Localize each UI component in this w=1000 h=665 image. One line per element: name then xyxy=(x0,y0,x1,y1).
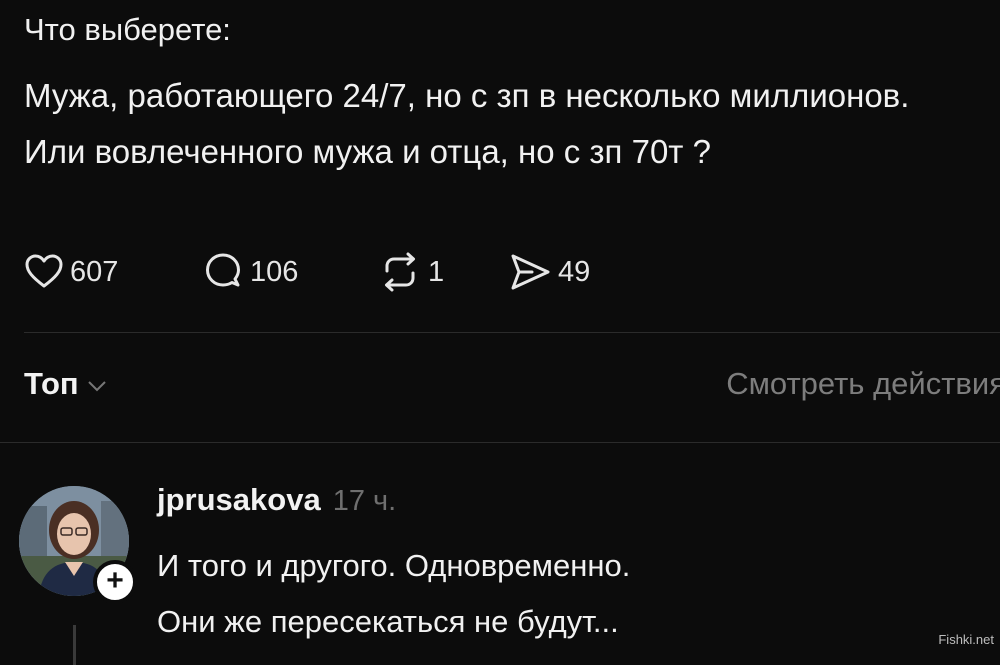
comment-username[interactable]: jprusakova xyxy=(157,482,321,518)
like-button[interactable]: 607 xyxy=(24,250,118,294)
share-button[interactable]: 49 xyxy=(508,250,590,294)
post-body: Мужа, работающего 24/7, но с зп в нескол… xyxy=(24,77,910,170)
comment-timestamp: 17 ч. xyxy=(332,485,397,517)
watermark: Fishki.net xyxy=(938,632,994,647)
share-count: 49 xyxy=(558,255,591,288)
follow-button[interactable]: + xyxy=(93,560,137,604)
comment-body: И того и другого. Одновременно. Они же п… xyxy=(157,538,987,650)
reply-count: 106 xyxy=(250,255,299,288)
send-icon xyxy=(511,254,550,290)
divider xyxy=(0,442,1000,443)
like-count: 607 xyxy=(70,255,119,288)
thread-line xyxy=(73,625,76,665)
repost-count: 1 xyxy=(428,255,445,288)
comment-line: Они же пересекаться не будут... xyxy=(157,604,619,639)
post-intro: Что выберете: xyxy=(24,12,231,47)
heart-icon xyxy=(25,254,63,288)
sort-label: Топ xyxy=(24,366,79,401)
comment-icon xyxy=(206,253,240,287)
view-activity-link[interactable]: Смотреть действия xyxy=(726,366,1000,402)
chevron-down-icon xyxy=(87,381,106,392)
divider xyxy=(24,332,1000,333)
reply-button[interactable]: 106 xyxy=(202,250,298,294)
repost-button[interactable]: 1 xyxy=(378,250,444,294)
sort-dropdown[interactable]: Топ xyxy=(24,366,107,402)
repost-icon xyxy=(385,252,415,292)
comment-header: jprusakova 17 ч. xyxy=(157,482,396,518)
comment-line: И того и другого. Одновременно. xyxy=(157,548,631,583)
